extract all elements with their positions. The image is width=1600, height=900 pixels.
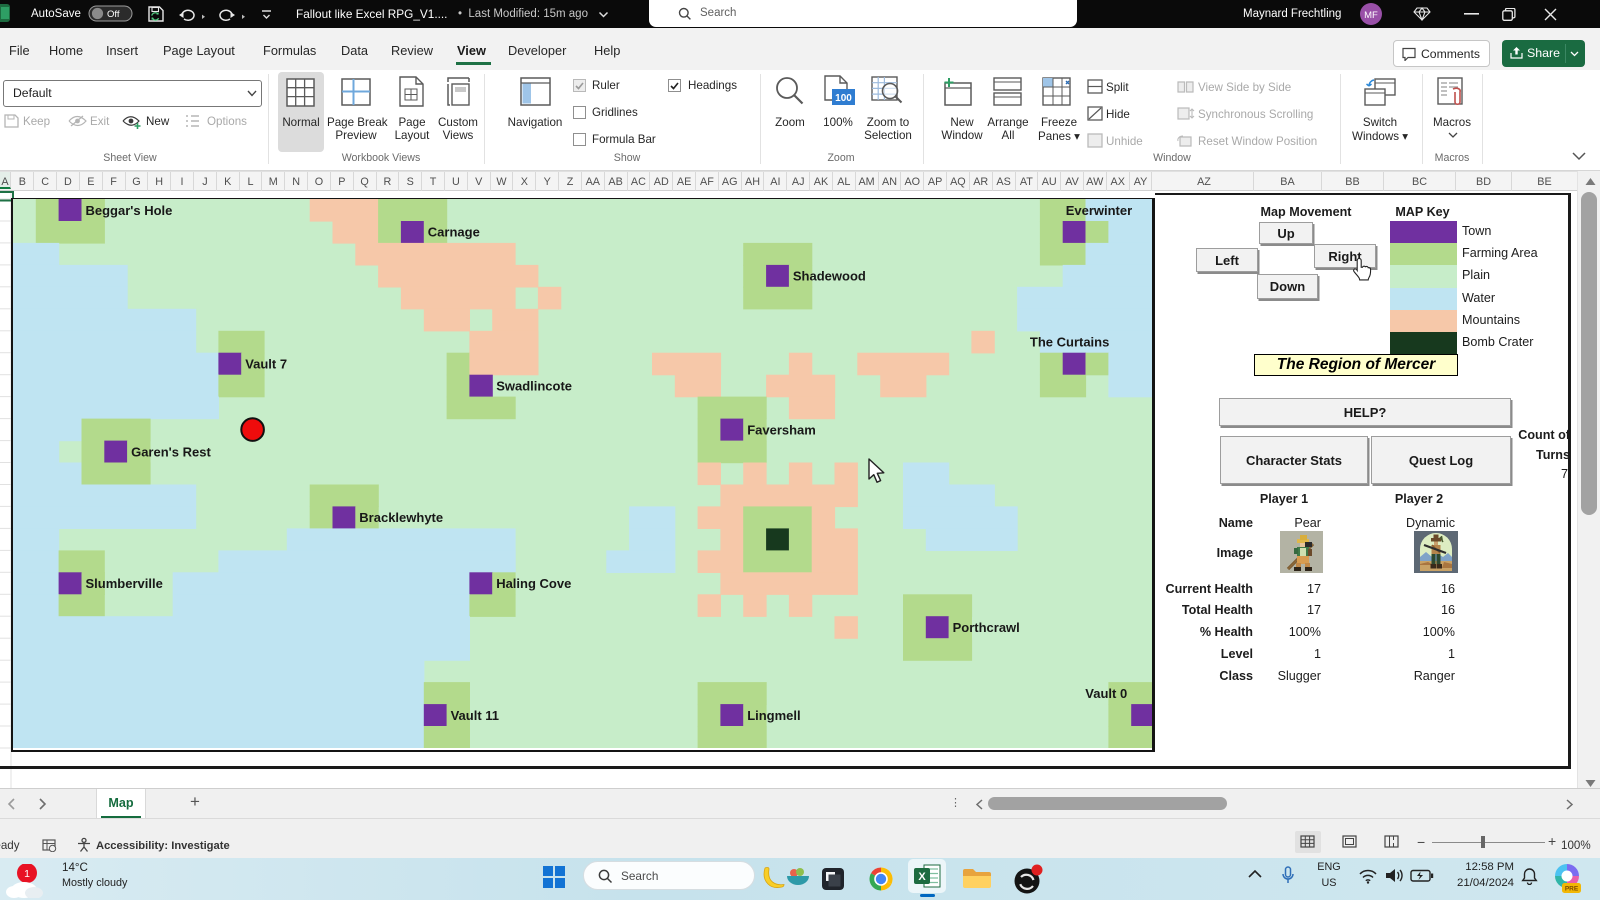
svg-text:Carnage: Carnage <box>428 225 480 240</box>
svg-text:Vault 0: Vault 0 <box>1085 686 1127 701</box>
svg-text:Vault 11: Vault 11 <box>451 708 499 723</box>
svg-text:100: 100 <box>835 93 852 104</box>
svg-text:Garen's Rest: Garen's Rest <box>131 444 211 459</box>
svg-text:1: 1 <box>24 868 30 880</box>
svg-text:X: X <box>918 871 926 883</box>
svg-text:Lingmell: Lingmell <box>747 708 800 723</box>
svg-text:The Curtains: The Curtains <box>1030 335 1109 350</box>
svg-text:Haling Cove: Haling Cove <box>496 576 571 591</box>
svg-text:Slumberville: Slumberville <box>86 576 163 591</box>
svg-text:Shadewood: Shadewood <box>793 269 866 284</box>
svg-text:PRE: PRE <box>1565 886 1579 893</box>
svg-text:MF: MF <box>1364 10 1378 21</box>
svg-text:Faversham: Faversham <box>747 422 816 437</box>
svg-text:Vault 7: Vault 7 <box>245 357 287 372</box>
svg-text:Off: Off <box>107 9 120 20</box>
svg-text:Beggar's Hole: Beggar's Hole <box>86 203 173 218</box>
svg-text:Everwinter: Everwinter <box>1066 203 1132 218</box>
svg-text:Bracklewhyte: Bracklewhyte <box>359 510 443 525</box>
svg-text:Porthcrawl: Porthcrawl <box>953 620 1020 635</box>
svg-text:Swadlincote: Swadlincote <box>496 379 572 394</box>
